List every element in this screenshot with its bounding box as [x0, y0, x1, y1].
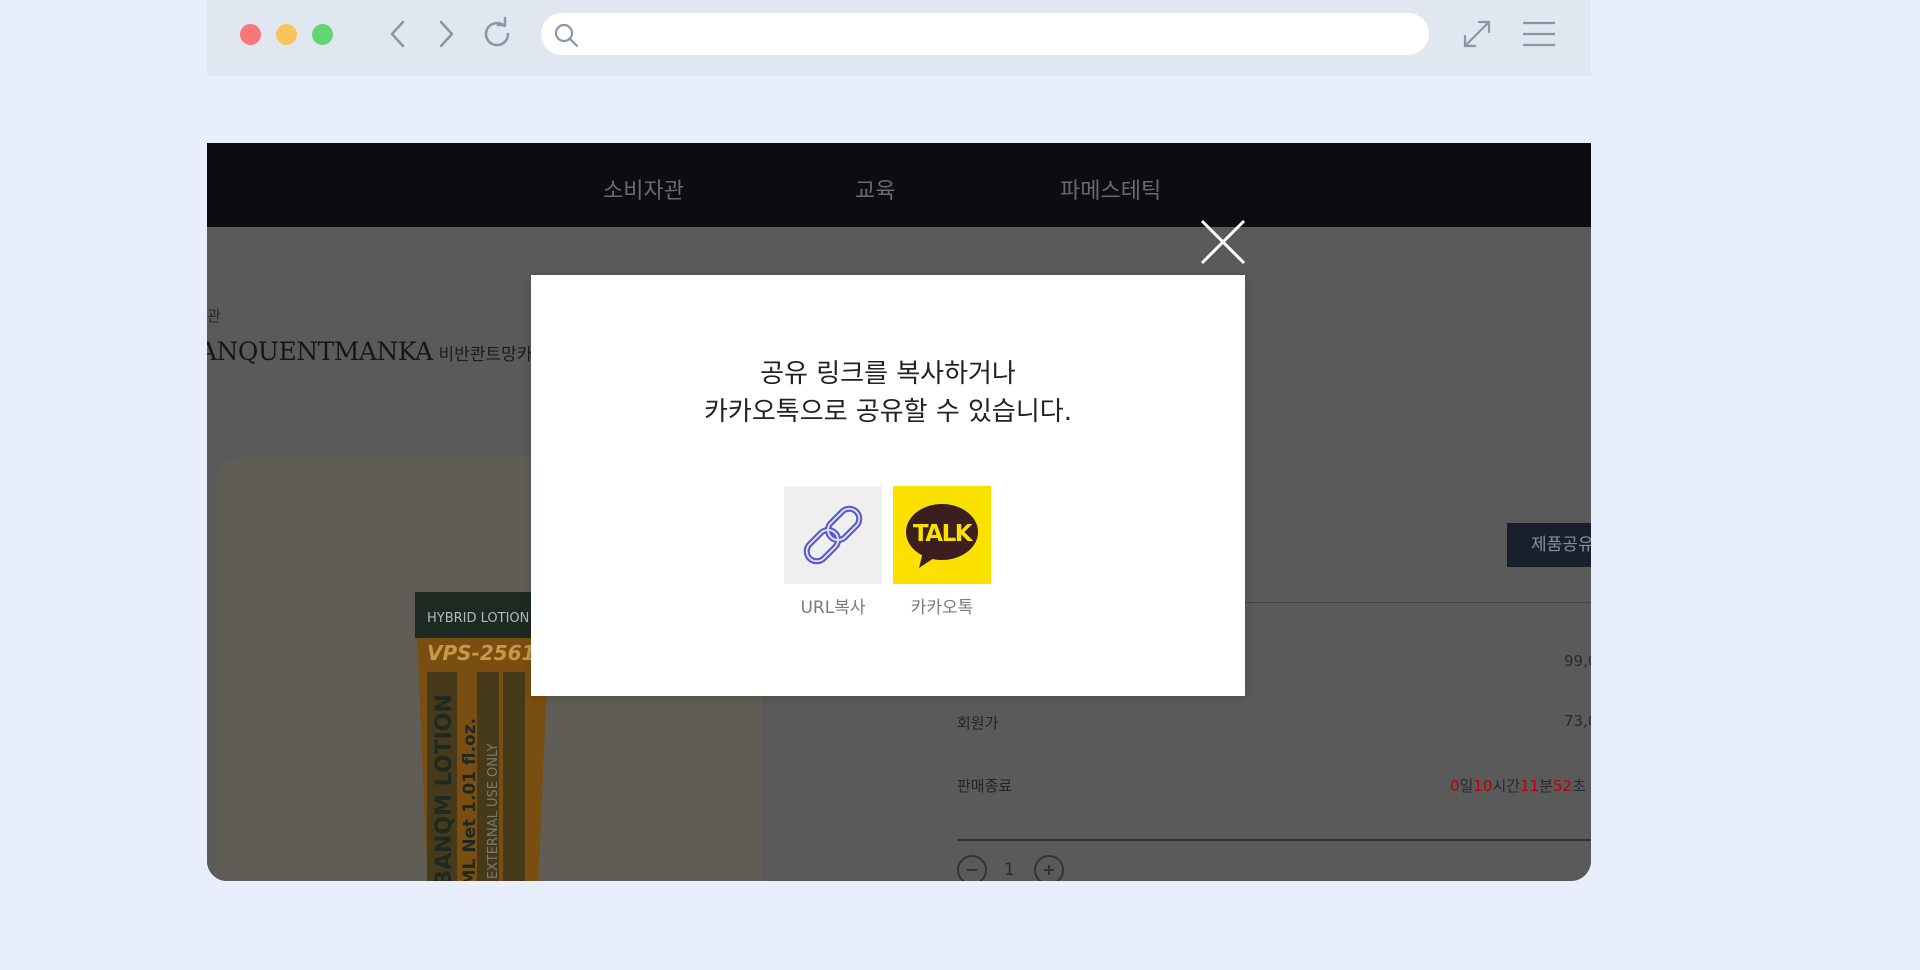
chevron-right-icon: [439, 20, 454, 48]
quantity-value[interactable]: 1: [1004, 860, 1015, 880]
minimize-window-dot[interactable]: [276, 24, 297, 45]
expand-icon: [1463, 20, 1491, 48]
tube-volume-text: 30ML Net 1.01 fl.oz.: [460, 718, 480, 881]
minus-icon: [967, 869, 977, 871]
share-message-line2: 카카오톡으로 공유할 수 있습니다.: [704, 397, 1072, 427]
brand-name-en: ANQUENTMANKA: [207, 337, 433, 366]
reload-icon: [484, 16, 510, 47]
reload-button[interactable]: [477, 14, 517, 54]
url-copy-tile: [784, 486, 882, 584]
breadcrumb[interactable]: 관: [207, 305, 221, 326]
url-input[interactable]: [589, 13, 1413, 57]
link-chain-icon: [803, 505, 863, 565]
kakaotalk-share-button[interactable]: TALK 카카오톡: [893, 486, 991, 618]
url-copy-label: URL복사: [800, 598, 866, 618]
sale-end-label: 판매종료: [957, 777, 1013, 795]
close-window-dot[interactable]: [240, 24, 261, 45]
quantity-increase-button[interactable]: [1034, 855, 1064, 881]
tube-name-text: VIBANQM LOTION: [432, 694, 457, 881]
menu-button[interactable]: [1519, 14, 1559, 54]
address-bar[interactable]: [541, 13, 1429, 57]
maximize-window-dot[interactable]: [312, 24, 333, 45]
quantity-decrease-button[interactable]: [957, 855, 987, 881]
sale-countdown: 0일10시간11분52초: [1450, 777, 1586, 795]
nav-item-pharmaesthetic[interactable]: 파메스테틱: [1060, 173, 1161, 205]
nav-item-education[interactable]: 교육: [855, 173, 895, 205]
info-divider-bottom: [957, 839, 1591, 841]
share-modal-message: 공유 링크를 복사하거나 카카오톡으로 공유할 수 있습니다.: [531, 355, 1245, 431]
product-share-button[interactable]: 제품공유: [1507, 523, 1591, 567]
close-icon: [1200, 219, 1246, 265]
product-title: ANQUENTMANKA 비반콴트망카: [207, 337, 532, 366]
member-price-label: 회원가: [957, 714, 999, 732]
back-button[interactable]: [378, 14, 418, 54]
plus-icon: [1044, 865, 1054, 875]
modal-close-button[interactable]: [1200, 219, 1246, 265]
kakaotalk-tile: TALK: [893, 486, 991, 584]
nav-item-consumer[interactable]: 소비자관: [603, 173, 684, 205]
brand-name-ko: 비반콴트망카: [438, 345, 533, 365]
site-top-nav: 소비자관 교육 파메스테틱: [207, 143, 1591, 227]
url-copy-button[interactable]: URL복사: [784, 486, 882, 618]
price-value: 99,0: [1564, 652, 1591, 670]
chevron-left-icon: [390, 20, 405, 48]
member-price-value: 73,0: [1564, 712, 1591, 730]
share-message-line1: 공유 링크를 복사하거나: [760, 359, 1016, 389]
search-icon: [554, 23, 579, 48]
browser-toolbar: [207, 0, 1591, 76]
browser-window: 소비자관 교육 파메스테틱 관 ANQUENTMANKA 비반콴트망카 HYBRI…: [207, 0, 1591, 881]
kakaotalk-icon: TALK: [906, 504, 978, 568]
hamburger-menu-icon: [1523, 21, 1555, 47]
share-modal: 공유 링크를 복사하거나 카카오톡으로 공유할 수 있습니다. URL복사 TA…: [531, 275, 1245, 696]
expand-button[interactable]: [1457, 14, 1497, 54]
tube-usage-text: FOR EXTERNAL USE ONLY: [486, 743, 501, 881]
tube-code-text: VPS-2561: [427, 641, 536, 665]
kakaotalk-label: 카카오톡: [910, 598, 974, 618]
tube-header-text: HYBRID LOTION: [427, 611, 529, 626]
kakaotalk-icon-text: TALK: [913, 521, 974, 547]
forward-button[interactable]: [426, 14, 466, 54]
